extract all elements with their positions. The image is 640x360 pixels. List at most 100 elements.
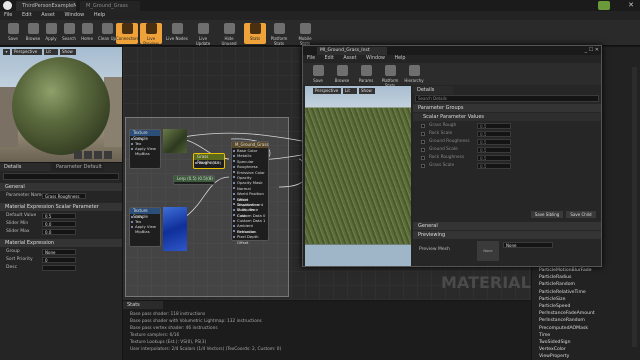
instance-show-button[interactable]: Show <box>359 88 375 94</box>
node-pin[interactable]: Apply View MipBias <box>130 146 160 156</box>
show-button[interactable]: Show <box>60 49 76 55</box>
instance-menu-file[interactable]: File <box>307 56 315 61</box>
param-value-field[interactable]: 0.5 <box>477 131 511 137</box>
toolbar-button-6[interactable]: Connectors <box>116 23 139 44</box>
instance-viewport[interactable]: Perspective Lit Show <box>305 86 411 266</box>
toolbar-button-11[interactable]: Stats <box>244 23 266 44</box>
slider-max-field[interactable]: 0.0 <box>42 229 76 235</box>
param-value-field[interactable]: 0.5 <box>477 147 511 153</box>
parameter-groups-section[interactable]: Parameter Groups <box>413 104 601 112</box>
palette-item[interactable]: PrecomputedAOMask <box>536 325 632 332</box>
instance-title-bar[interactable]: MI_Ground_Grass_Inst _ ☐ ✕ <box>303 46 601 55</box>
param-default-tab[interactable]: Parameter Default <box>52 163 104 171</box>
previewing-section[interactable]: Previewing <box>413 231 601 239</box>
texture-sample-node-2[interactable]: Texture Sample UVs Tex Apply View MipBia… <box>129 207 161 247</box>
desc-field[interactable] <box>42 265 76 271</box>
palette-item[interactable]: ParticleRandom <box>536 281 632 288</box>
lerp-node[interactable]: Lerp (0.5) (0.5)(8) <box>173 175 215 185</box>
window-controls[interactable]: _ ☐ ✕ <box>559 47 599 54</box>
material-preview-viewport[interactable]: ▾ Perspective Lit Show <box>0 47 122 162</box>
palette-item[interactable]: ViewProperty <box>536 353 632 360</box>
general-section[interactable]: General <box>0 183 122 191</box>
override-checkbox[interactable] <box>421 132 425 136</box>
instance-menu-help[interactable]: Help <box>395 56 406 61</box>
grass-roughness-node[interactable]: Grass Roughness Param (0.5) <box>193 153 225 169</box>
tab-level[interactable]: ThirdPersonExampleMap <box>16 1 76 11</box>
param-value-field[interactable]: 0.5 <box>477 163 511 169</box>
node-pin[interactable]: Apply View MipBias <box>130 224 160 234</box>
instance-menu-asset[interactable]: Asset <box>343 56 356 61</box>
menu-asset[interactable]: Asset <box>41 12 55 18</box>
override-checkbox[interactable] <box>421 148 425 152</box>
param-value-field[interactable]: 0.5 <box>477 155 511 161</box>
override-checkbox[interactable] <box>421 140 425 144</box>
instance-toolbar-button-1[interactable]: Browse <box>331 65 353 86</box>
palette-item[interactable]: ParticleSize <box>536 296 632 303</box>
tab-material[interactable]: M_Ground_Grass <box>80 1 140 11</box>
preview-mesh-dropdown[interactable]: None <box>503 242 553 248</box>
toolbar-button-4[interactable]: Home <box>76 23 98 44</box>
minimize-button[interactable] <box>598 1 610 10</box>
instance-toolbar-button-0[interactable]: Save <box>307 65 329 86</box>
viewport-options-icon[interactable]: ▾ <box>3 49 10 55</box>
save-sibling-button[interactable]: Save Sibling <box>531 211 563 218</box>
palette-item[interactable]: PerInstanceRandom <box>536 317 632 324</box>
palette-item[interactable]: PerInstanceFadeAmount <box>536 310 632 317</box>
instance-search-input[interactable]: Search Details <box>415 95 599 102</box>
toolbar-button-9[interactable]: Live Update <box>192 23 214 46</box>
instance-toolbar-button-4[interactable]: Hierarchy <box>403 65 425 86</box>
preview-cube-button[interactable] <box>104 151 112 159</box>
details-search-input[interactable] <box>3 173 119 180</box>
param-name-field[interactable]: Grass Roughness <box>42 193 86 199</box>
sort-priority-field[interactable]: 0 <box>42 257 76 263</box>
menu-help[interactable]: Help <box>94 12 105 18</box>
node-pin[interactable]: Pixel Depth Offset <box>232 234 268 245</box>
toolbar-button-10[interactable]: Hide Unused <box>218 23 240 46</box>
toolbar-button-8[interactable]: Live Nodes <box>166 23 188 44</box>
texture-sample-node-1[interactable]: Texture Sample UVs Tex Apply View MipBia… <box>129 129 161 169</box>
node-pin[interactable]: Param (0.5) <box>194 160 224 165</box>
menu-edit[interactable]: Edit <box>22 12 32 18</box>
general-section-instance[interactable]: General <box>413 222 601 230</box>
details-tab[interactable]: Details <box>0 163 50 171</box>
default-value-field[interactable]: 0.5 <box>42 213 76 219</box>
preview-cylinder-button[interactable] <box>74 151 82 159</box>
save-child-button[interactable]: Save Child <box>566 211 596 218</box>
toolbar-button-7[interactable]: Live Preview <box>140 23 162 46</box>
preview-mesh-thumbnail[interactable]: None <box>477 241 499 261</box>
toolbar-button-5[interactable]: Clean Up <box>96 23 118 44</box>
override-checkbox[interactable] <box>421 124 425 128</box>
close-button[interactable]: ✕ <box>624 1 638 10</box>
material-expression-section[interactable]: Material Expression <box>0 239 122 247</box>
instance-toolbar-button-3[interactable]: Platform Stats <box>379 65 401 88</box>
scalar-values-section[interactable]: Scalar Parameter Values <box>413 113 601 121</box>
scalar-param-section[interactable]: Material Expression Scalar Parameter <box>0 203 122 211</box>
menu-window[interactable]: Window <box>65 12 85 18</box>
param-value-field[interactable]: 0.5 <box>477 139 511 145</box>
menu-file[interactable]: File <box>4 12 12 18</box>
instance-toolbar-button-2[interactable]: Params <box>355 65 377 86</box>
perspective-button[interactable]: Perspective <box>12 49 42 55</box>
palette-item[interactable]: TwoSidedSign <box>536 339 632 346</box>
instance-lit-button[interactable]: Lit <box>343 88 357 94</box>
instance-menu-edit[interactable]: Edit <box>325 56 334 61</box>
instance-perspective-button[interactable]: Perspective <box>313 88 341 94</box>
palette-item[interactable]: ParticleSpeed <box>536 303 632 310</box>
group-dropdown[interactable]: None <box>42 249 76 255</box>
palette-item[interactable]: ParticleMotionBlurFade <box>536 267 632 274</box>
toolbar-button-12[interactable]: Platform Stats <box>268 23 290 46</box>
instance-details-tab[interactable]: Details <box>413 86 453 94</box>
material-result-node[interactable]: M_Ground_Grass Base Color Metallic Specula… <box>231 141 269 245</box>
palette-item[interactable]: ParticleRadius <box>536 274 632 281</box>
palette-scrollbar[interactable] <box>632 67 637 347</box>
toolbar-button-0[interactable]: Save <box>2 23 24 44</box>
slider-min-field[interactable]: 0.0 <box>42 221 76 227</box>
param-value-field[interactable]: 0.5 <box>477 123 511 129</box>
toolbar-button-13[interactable]: Mobile Stats <box>294 23 316 46</box>
preview-plane-button[interactable] <box>94 151 102 159</box>
palette-item[interactable]: VertexColor <box>536 346 632 353</box>
instance-menu-window[interactable]: Window <box>366 56 385 61</box>
override-checkbox[interactable] <box>421 164 425 168</box>
stats-tab[interactable]: Stats <box>123 301 163 309</box>
instance-tab[interactable]: MI_Ground_Grass_Inst <box>317 47 387 55</box>
